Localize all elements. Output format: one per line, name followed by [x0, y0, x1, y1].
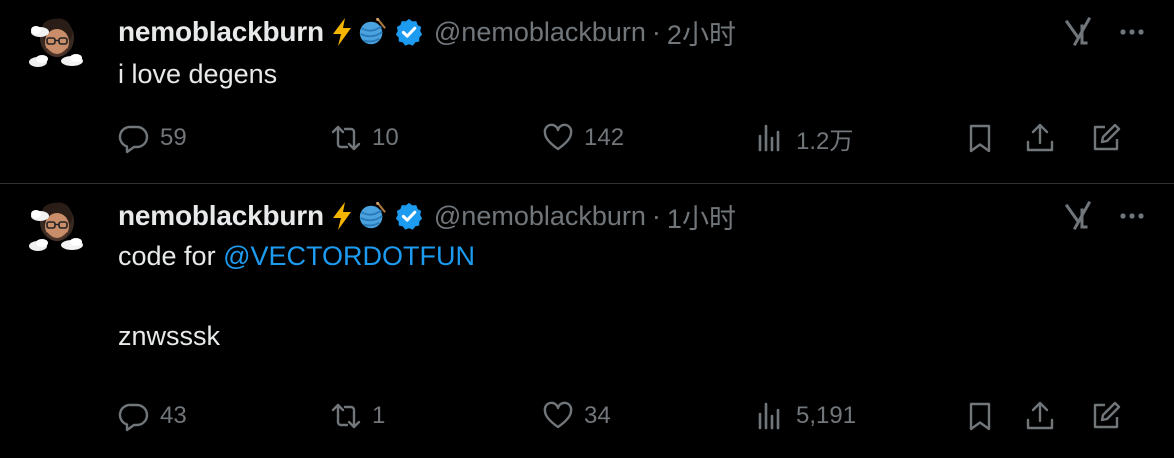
retweet-count: 10: [372, 124, 399, 151]
tweet[interactable]: nemoblackburn @nemoblackburn · 1小时 code …: [0, 184, 1174, 458]
reply-count: 59: [160, 124, 187, 151]
verified-badge-icon[interactable]: [394, 201, 424, 231]
tweet-actions: 59 10 142 1.2万: [118, 118, 1138, 158]
handle[interactable]: @nemoblackburn: [434, 201, 646, 232]
avatar[interactable]: [28, 198, 86, 256]
timestamp[interactable]: 2小时: [667, 13, 736, 52]
retweet-icon: [331, 403, 361, 429]
views-count: 5,191: [796, 402, 857, 429]
tweet-actions: 43 1 34 5,191: [118, 396, 1138, 436]
verified-badge-icon[interactable]: [394, 17, 424, 47]
retweet-button[interactable]: 1: [330, 396, 385, 436]
share-icon: [1026, 401, 1054, 430]
views-button[interactable]: 5,191: [754, 396, 856, 436]
share-icon: [1026, 123, 1054, 152]
reply-count: 43: [160, 402, 187, 429]
lightning-emoji-icon: [330, 201, 354, 231]
bookmark-icon: [969, 124, 991, 153]
mention-link[interactable]: @VECTORDOTFUN: [223, 241, 475, 271]
yarn-emoji-icon: [356, 17, 388, 47]
tweet-header: nemoblackburn @nemoblackburn · 1小时: [118, 200, 736, 234]
like-button[interactable]: 142: [542, 118, 624, 158]
views-icon: [758, 124, 780, 152]
bookmark-icon: [969, 402, 991, 431]
grok-icon[interactable]: [1060, 14, 1096, 50]
bookmark-button[interactable]: [964, 396, 996, 436]
compose-button[interactable]: [1090, 118, 1122, 158]
heart-icon: [543, 123, 573, 151]
more-icon[interactable]: [1114, 198, 1150, 234]
lightning-emoji-icon: [330, 17, 354, 47]
tweet-text: code for @VECTORDOTFUN znwsssk: [118, 236, 475, 356]
share-button[interactable]: [1024, 118, 1056, 158]
tweet-text-code: znwsssk: [118, 321, 221, 351]
like-button[interactable]: 34: [542, 396, 611, 436]
like-count: 142: [584, 124, 625, 151]
compose-button[interactable]: [1090, 396, 1122, 436]
reply-icon: [118, 403, 149, 432]
display-name[interactable]: nemoblackburn: [118, 16, 324, 48]
heart-icon: [543, 401, 573, 429]
like-count: 34: [584, 402, 611, 429]
handle[interactable]: @nemoblackburn: [434, 17, 646, 48]
avatar[interactable]: [28, 14, 86, 72]
retweet-button[interactable]: 10: [330, 118, 399, 158]
more-icon[interactable]: [1114, 14, 1150, 50]
retweet-count: 1: [372, 402, 386, 429]
yarn-emoji-icon: [356, 201, 388, 231]
timeline-feed: nemoblackburn @nemoblackburn · 2小时 i lov…: [0, 0, 1174, 458]
views-button[interactable]: 1.2万: [754, 118, 853, 158]
tweet[interactable]: nemoblackburn @nemoblackburn · 2小时 i lov…: [0, 0, 1174, 184]
separator-dot: ·: [651, 200, 661, 231]
reply-button[interactable]: 43: [118, 396, 187, 436]
reply-button[interactable]: 59: [118, 118, 187, 158]
grok-icon[interactable]: [1060, 198, 1096, 234]
separator-dot: ·: [651, 16, 661, 47]
timestamp[interactable]: 1小时: [667, 197, 736, 236]
views-count: 1.2万: [796, 127, 854, 155]
bookmark-button[interactable]: [964, 118, 996, 158]
display-name[interactable]: nemoblackburn: [118, 200, 324, 232]
views-icon: [758, 402, 780, 430]
reply-icon: [118, 125, 149, 154]
tweet-text: i love degens: [118, 54, 277, 94]
share-button[interactable]: [1024, 396, 1056, 436]
tweet-header: nemoblackburn @nemoblackburn · 2小时: [118, 16, 736, 50]
retweet-icon: [331, 125, 361, 151]
tweet-text-body: i love degens: [118, 59, 278, 89]
compose-icon: [1093, 401, 1121, 429]
compose-icon: [1093, 123, 1121, 151]
tweet-text-body: code for: [118, 241, 224, 271]
